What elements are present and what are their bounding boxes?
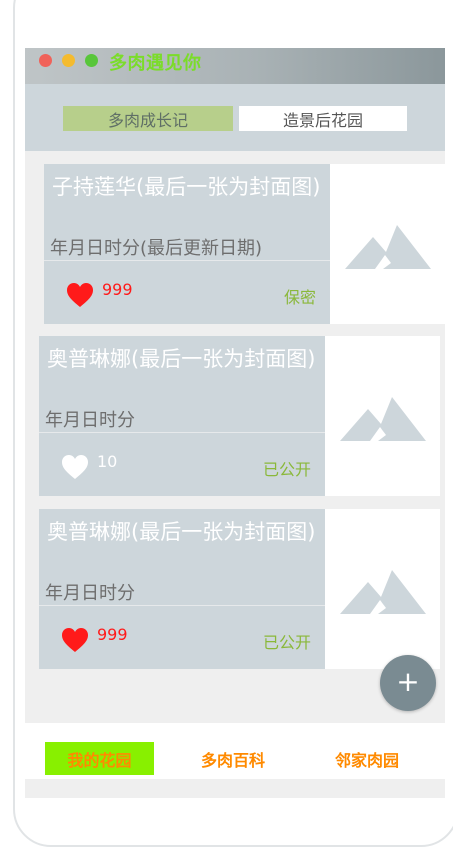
maximize-window-button[interactable] — [85, 54, 98, 67]
card-title: 奥普琳娜(最后一张为封面图) — [47, 347, 316, 371]
plant-card[interactable]: 奥普琳娜(最后一张为封面图) 年月日时分 10 已公开 — [39, 336, 440, 496]
close-window-button[interactable] — [39, 54, 52, 67]
like-count: 999 — [97, 625, 128, 644]
minimize-window-button[interactable] — [62, 54, 75, 67]
like-count: 10 — [97, 452, 118, 471]
app-screen: 多肉遇见你 多肉成长记 造景后花园 子持莲华(最后一张为封面图) 年月日时分(最… — [25, 48, 445, 798]
card-cover-image[interactable] — [325, 336, 440, 496]
mountain-placeholder-icon — [344, 225, 431, 269]
heart-outline-icon[interactable] — [61, 454, 89, 480]
tab-growth-diary[interactable]: 多肉成长记 — [63, 106, 233, 131]
nav-my-garden[interactable]: 我的花园 — [45, 742, 154, 775]
mountain-placeholder-icon — [339, 570, 426, 614]
app-title: 多肉遇见你 — [109, 53, 202, 74]
title-bar: 多肉遇见你 — [25, 48, 445, 84]
card-date: 年月日时分(最后更新日期) — [50, 238, 263, 259]
privacy-status: 已公开 — [262, 460, 311, 479]
tab-landscape-garden[interactable]: 造景后花园 — [239, 106, 407, 131]
nav-succulent-wiki[interactable]: 多肉百科 — [185, 742, 281, 775]
card-info: 奥普琳娜(最后一张为封面图) 年月日时分 10 已公开 — [39, 336, 325, 496]
heart-icon[interactable] — [66, 282, 94, 308]
card-cover-image[interactable] — [325, 509, 440, 669]
plant-card[interactable]: 子持莲华(最后一张为封面图) 年月日时分(最后更新日期) 999 保密 — [44, 164, 445, 324]
plant-card[interactable]: 奥普琳娜(最后一张为封面图) 年月日时分 999 已公开 — [39, 509, 440, 669]
card-title: 奥普琳娜(最后一张为封面图) — [47, 520, 316, 544]
card-cover-image[interactable] — [330, 164, 445, 324]
card-date: 年月日时分 — [45, 410, 135, 431]
add-button[interactable]: + — [380, 655, 436, 711]
heart-icon[interactable] — [61, 627, 89, 653]
privacy-status: 保密 — [283, 288, 316, 307]
card-title: 子持莲华(最后一张为封面图) — [52, 175, 321, 199]
card-info: 子持莲华(最后一张为封面图) 年月日时分(最后更新日期) 999 保密 — [44, 164, 330, 324]
card-info: 奥普琳娜(最后一张为封面图) 年月日时分 999 已公开 — [39, 509, 325, 669]
card-date: 年月日时分 — [45, 583, 135, 604]
nav-neighbor-garden[interactable]: 邻家肉园 — [319, 742, 415, 775]
bottom-nav: 我的花园 多肉百科 邻家肉园 — [25, 723, 445, 779]
segmented-tab-bar: 多肉成长记 造景后花园 — [25, 84, 445, 151]
mountain-placeholder-icon — [339, 397, 426, 441]
card-divider — [39, 432, 325, 433]
card-divider — [44, 260, 330, 261]
card-divider — [39, 605, 325, 606]
like-count: 999 — [102, 280, 133, 299]
privacy-status: 已公开 — [262, 633, 311, 652]
